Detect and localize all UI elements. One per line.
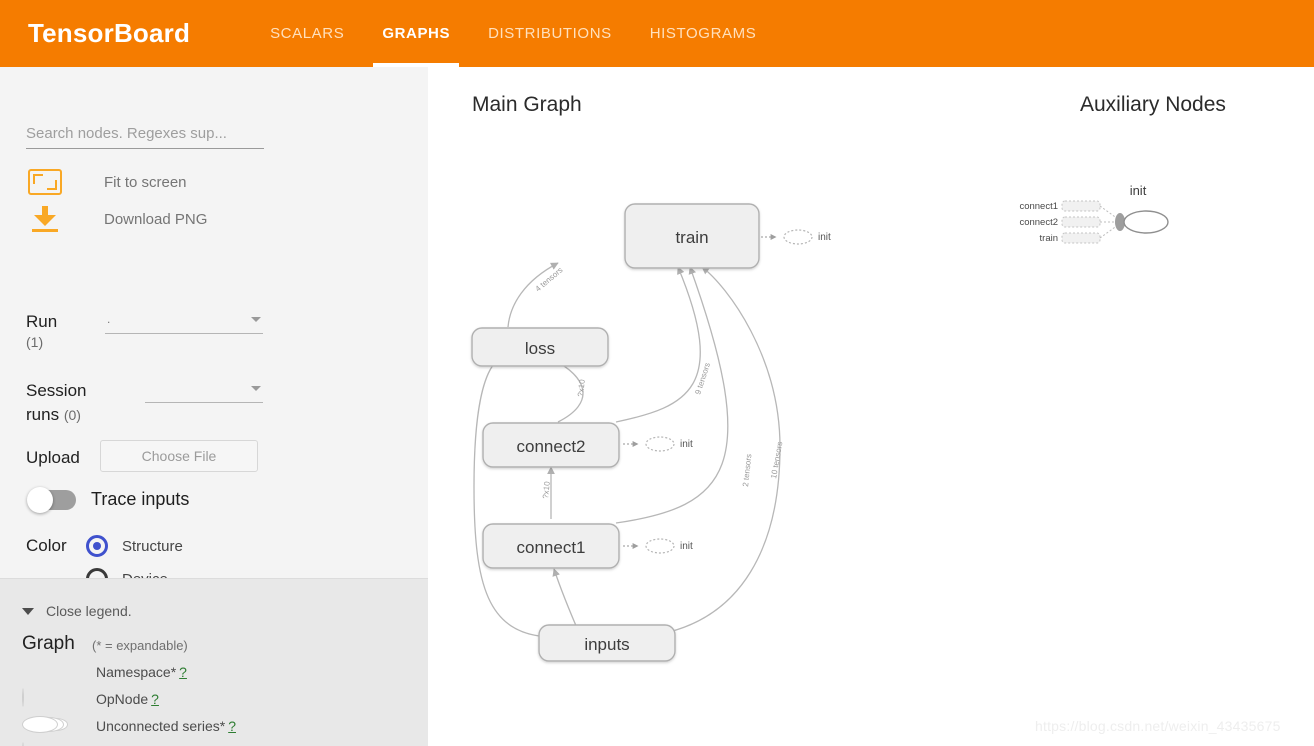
auxiliary-nodes-cluster[interactable]: connect1 connect2 train init: [1019, 183, 1169, 244]
op-node-init-connect1[interactable]: init: [623, 538, 693, 554]
init-op-nodes[interactable]: init init init: [623, 229, 831, 554]
node-label: connect1: [517, 538, 586, 557]
graph-legend-panel: Close legend. Graph (* = expandable) Nam…: [0, 578, 428, 746]
chevron-down-icon: [251, 386, 261, 391]
aux-source-label: connect1: [1019, 201, 1058, 212]
node-loss[interactable]: loss: [471, 327, 609, 367]
session-runs-label: Session runs (0): [26, 379, 104, 427]
node-connect2[interactable]: connect2: [482, 422, 620, 468]
trace-inputs-label: Trace inputs: [91, 489, 190, 509]
edge-label: 9 tensors: [693, 362, 712, 396]
help-link[interactable]: ?: [151, 691, 159, 707]
node-inputs[interactable]: inputs: [538, 624, 676, 662]
chevron-down-icon: [251, 317, 261, 322]
run-label-text: Run: [26, 312, 58, 331]
graph-canvas[interactable]: Main Graph Auxiliary Nodes 4 tensors 9 t…: [428, 67, 1314, 746]
graph-svg: 4 tensors 9 tensors 2 tensors 10 tensors…: [471, 183, 1169, 662]
aux-target-label: init: [1130, 183, 1147, 198]
node-label: train: [675, 228, 708, 247]
op-node-init-connect2[interactable]: init: [623, 436, 693, 452]
graph-nodes[interactable]: train loss connect2 connect1 inputs: [471, 203, 760, 662]
unconnected-series-swatch-icon: [22, 716, 68, 736]
color-label: Color: [26, 536, 67, 555]
download-png-label: Download PNG: [104, 210, 208, 228]
aux-source-label: train: [1040, 233, 1058, 244]
choose-file-button[interactable]: Choose File: [100, 440, 258, 472]
node-label: inputs: [584, 635, 629, 654]
node-label: connect2: [517, 437, 586, 456]
edge-label: 10 tensors: [769, 441, 784, 479]
op-node-label: init: [818, 232, 831, 243]
tab-histograms[interactable]: HISTOGRAMS: [631, 0, 776, 67]
fit-to-screen-label: Fit to screen: [104, 173, 187, 191]
radio-icon: [86, 535, 108, 557]
download-png-button[interactable]: Download PNG: [28, 206, 207, 232]
aux-source-label: connect2: [1019, 217, 1058, 228]
run-label: Run (1): [26, 312, 57, 352]
control-sidebar: Fit to screen Download PNG Run (1) . Ses…: [0, 67, 428, 746]
legend-item-label: Namespace*: [96, 664, 177, 680]
app-title: TensorBoard: [28, 18, 191, 48]
fit-to-screen-button[interactable]: Fit to screen: [28, 169, 187, 195]
legend-item-opnode: OpNode?: [22, 688, 159, 709]
search-input[interactable]: [26, 125, 264, 149]
edge-label: 4 tensors: [534, 265, 565, 293]
fit-to-screen-icon: [28, 169, 62, 195]
download-icon: [28, 206, 62, 232]
session-runs-select[interactable]: [145, 379, 263, 403]
op-node-label: init: [680, 439, 693, 450]
edge-label: ?x10: [576, 378, 587, 397]
session-runs-count: (0): [63, 407, 81, 423]
node-label: loss: [525, 339, 555, 358]
color-option-structure[interactable]: Structure: [86, 535, 183, 557]
upload-label: Upload: [26, 448, 80, 467]
watermark: https://blog.csdn.net/weixin_43435675: [1035, 718, 1281, 734]
legend-note: (* = expandable): [92, 638, 188, 653]
legend-item-unconnected-series: Unconnected series*?: [22, 716, 236, 736]
close-legend-label: Close legend.: [46, 603, 132, 619]
toggle-knob: [27, 486, 53, 513]
tab-distributions[interactable]: DISTRIBUTIONS: [469, 0, 631, 67]
tab-graphs[interactable]: GRAPHS: [363, 0, 469, 67]
help-link[interactable]: ?: [228, 718, 236, 734]
color-option-label: Structure: [122, 537, 183, 555]
legend-item-label: Unconnected series*: [96, 718, 226, 734]
chevron-down-icon: [22, 607, 34, 615]
tab-scalars[interactable]: SCALARS: [251, 0, 363, 67]
legend-item-namespace: Namespace*?: [22, 662, 187, 682]
node-train[interactable]: train: [624, 203, 760, 269]
help-link[interactable]: ?: [179, 664, 187, 680]
run-select[interactable]: .: [105, 310, 263, 334]
search-field-wrapper: [26, 125, 264, 149]
app-header: TensorBoard SCALARS GRAPHS DISTRIBUTIONS…: [0, 0, 1314, 67]
edge-label: 2 tensors: [741, 454, 753, 488]
sidebar-controls: Fit to screen Download PNG Run (1) . Ses…: [0, 67, 428, 655]
opnode-swatch-icon: [22, 688, 68, 709]
trace-inputs-toggle[interactable]: Trace inputs: [27, 486, 190, 513]
namespace-swatch-icon: [22, 662, 68, 682]
close-legend-button[interactable]: Close legend.: [22, 603, 132, 619]
op-node-label: init: [680, 541, 693, 552]
op-node-init-train[interactable]: init: [761, 229, 831, 245]
node-connect1[interactable]: connect1: [482, 523, 620, 569]
run-count: (1): [26, 334, 44, 350]
run-selected-value: .: [107, 312, 111, 326]
legend-title: Graph: [22, 633, 75, 654]
toggle-track: [27, 486, 76, 513]
edge-label: ?x10: [541, 480, 552, 499]
legend-item-label: OpNode: [96, 691, 149, 707]
main-nav-tabs: SCALARS GRAPHS DISTRIBUTIONS HISTOGRAMS: [251, 0, 775, 67]
